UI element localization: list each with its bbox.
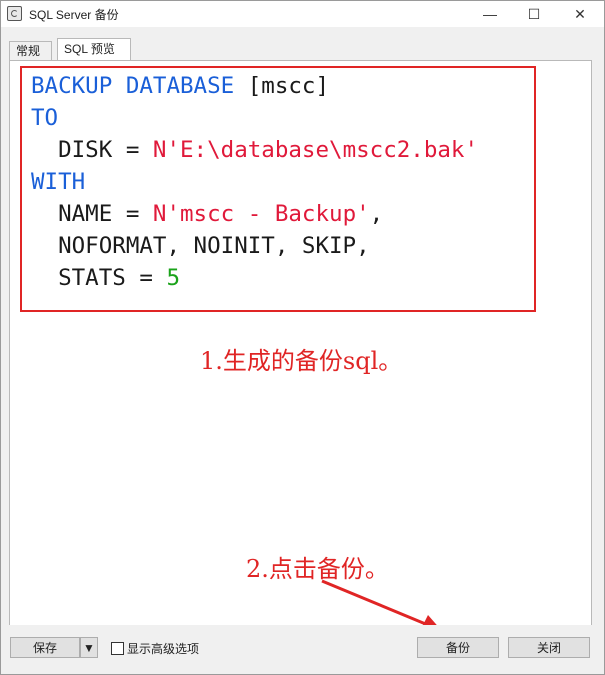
sql-line: NAME = N'mscc - Backup', xyxy=(31,198,478,230)
sql-token: NAME = xyxy=(31,201,153,227)
sql-token: N'E:\database\mscc2.bak' xyxy=(152,137,479,163)
sql-token: NOFORMAT, NOINIT, SKIP, xyxy=(31,233,370,259)
sql-server-backup-window: SQL Server 备份 — ☐ ✕ 常规 SQL 预览 BACKUP DAT… xyxy=(0,0,605,675)
sql-line: BACKUP DATABASE [mscc] xyxy=(31,70,478,102)
sql-token: N'mscc - Backup' xyxy=(152,201,370,227)
sql-token: DISK = xyxy=(31,137,153,163)
sql-highlight-box: BACKUP DATABASE [mscc] TO DISK = N'E:\dat… xyxy=(20,66,536,312)
sql-token: WITH xyxy=(31,169,86,195)
sql-line: WITH xyxy=(31,166,478,198)
close-button[interactable]: 关闭 xyxy=(508,637,590,658)
tab-general[interactable]: 常规 xyxy=(9,41,52,61)
show-advanced-checkbox[interactable] xyxy=(111,642,124,655)
sql-token: , xyxy=(369,201,384,227)
sql-line: STATS = 5 xyxy=(31,262,478,294)
sql-token: [mscc] xyxy=(234,73,330,99)
sql-token: STATS = xyxy=(31,265,167,291)
sql-token: 5 xyxy=(166,265,181,291)
sql-line: TO xyxy=(31,102,478,134)
minimize-button[interactable]: — xyxy=(467,1,513,27)
sql-preview-panel: BACKUP DATABASE [mscc] TO DISK = N'E:\dat… xyxy=(9,60,592,631)
show-advanced-label: 显示高级选项 xyxy=(127,642,200,656)
title-bar: SQL Server 备份 — ☐ ✕ xyxy=(1,1,604,27)
save-dropdown-icon[interactable]: ▼ xyxy=(80,637,98,658)
tab-sql-preview[interactable]: SQL 预览 xyxy=(57,38,131,60)
app-icon xyxy=(7,6,22,21)
sql-token: BACKUP DATABASE xyxy=(31,73,235,99)
annotation-step1: 1.生成的备份sql。 xyxy=(200,347,403,375)
window-title: SQL Server 备份 xyxy=(29,8,119,22)
sql-token: TO xyxy=(31,105,59,131)
sql-code[interactable]: BACKUP DATABASE [mscc] TO DISK = N'E:\dat… xyxy=(31,70,478,294)
sql-line: NOFORMAT, NOINIT, SKIP, xyxy=(31,230,478,262)
save-button[interactable]: 保存 xyxy=(10,637,80,658)
close-window-button[interactable]: ✕ xyxy=(557,1,603,27)
maximize-button[interactable]: ☐ xyxy=(511,1,557,27)
footer-bar: 保存 ▼ 显示高级选项 备份 关闭 xyxy=(1,625,604,674)
sql-line: DISK = N'E:\database\mscc2.bak' xyxy=(31,134,478,166)
backup-button[interactable]: 备份 xyxy=(417,637,499,658)
